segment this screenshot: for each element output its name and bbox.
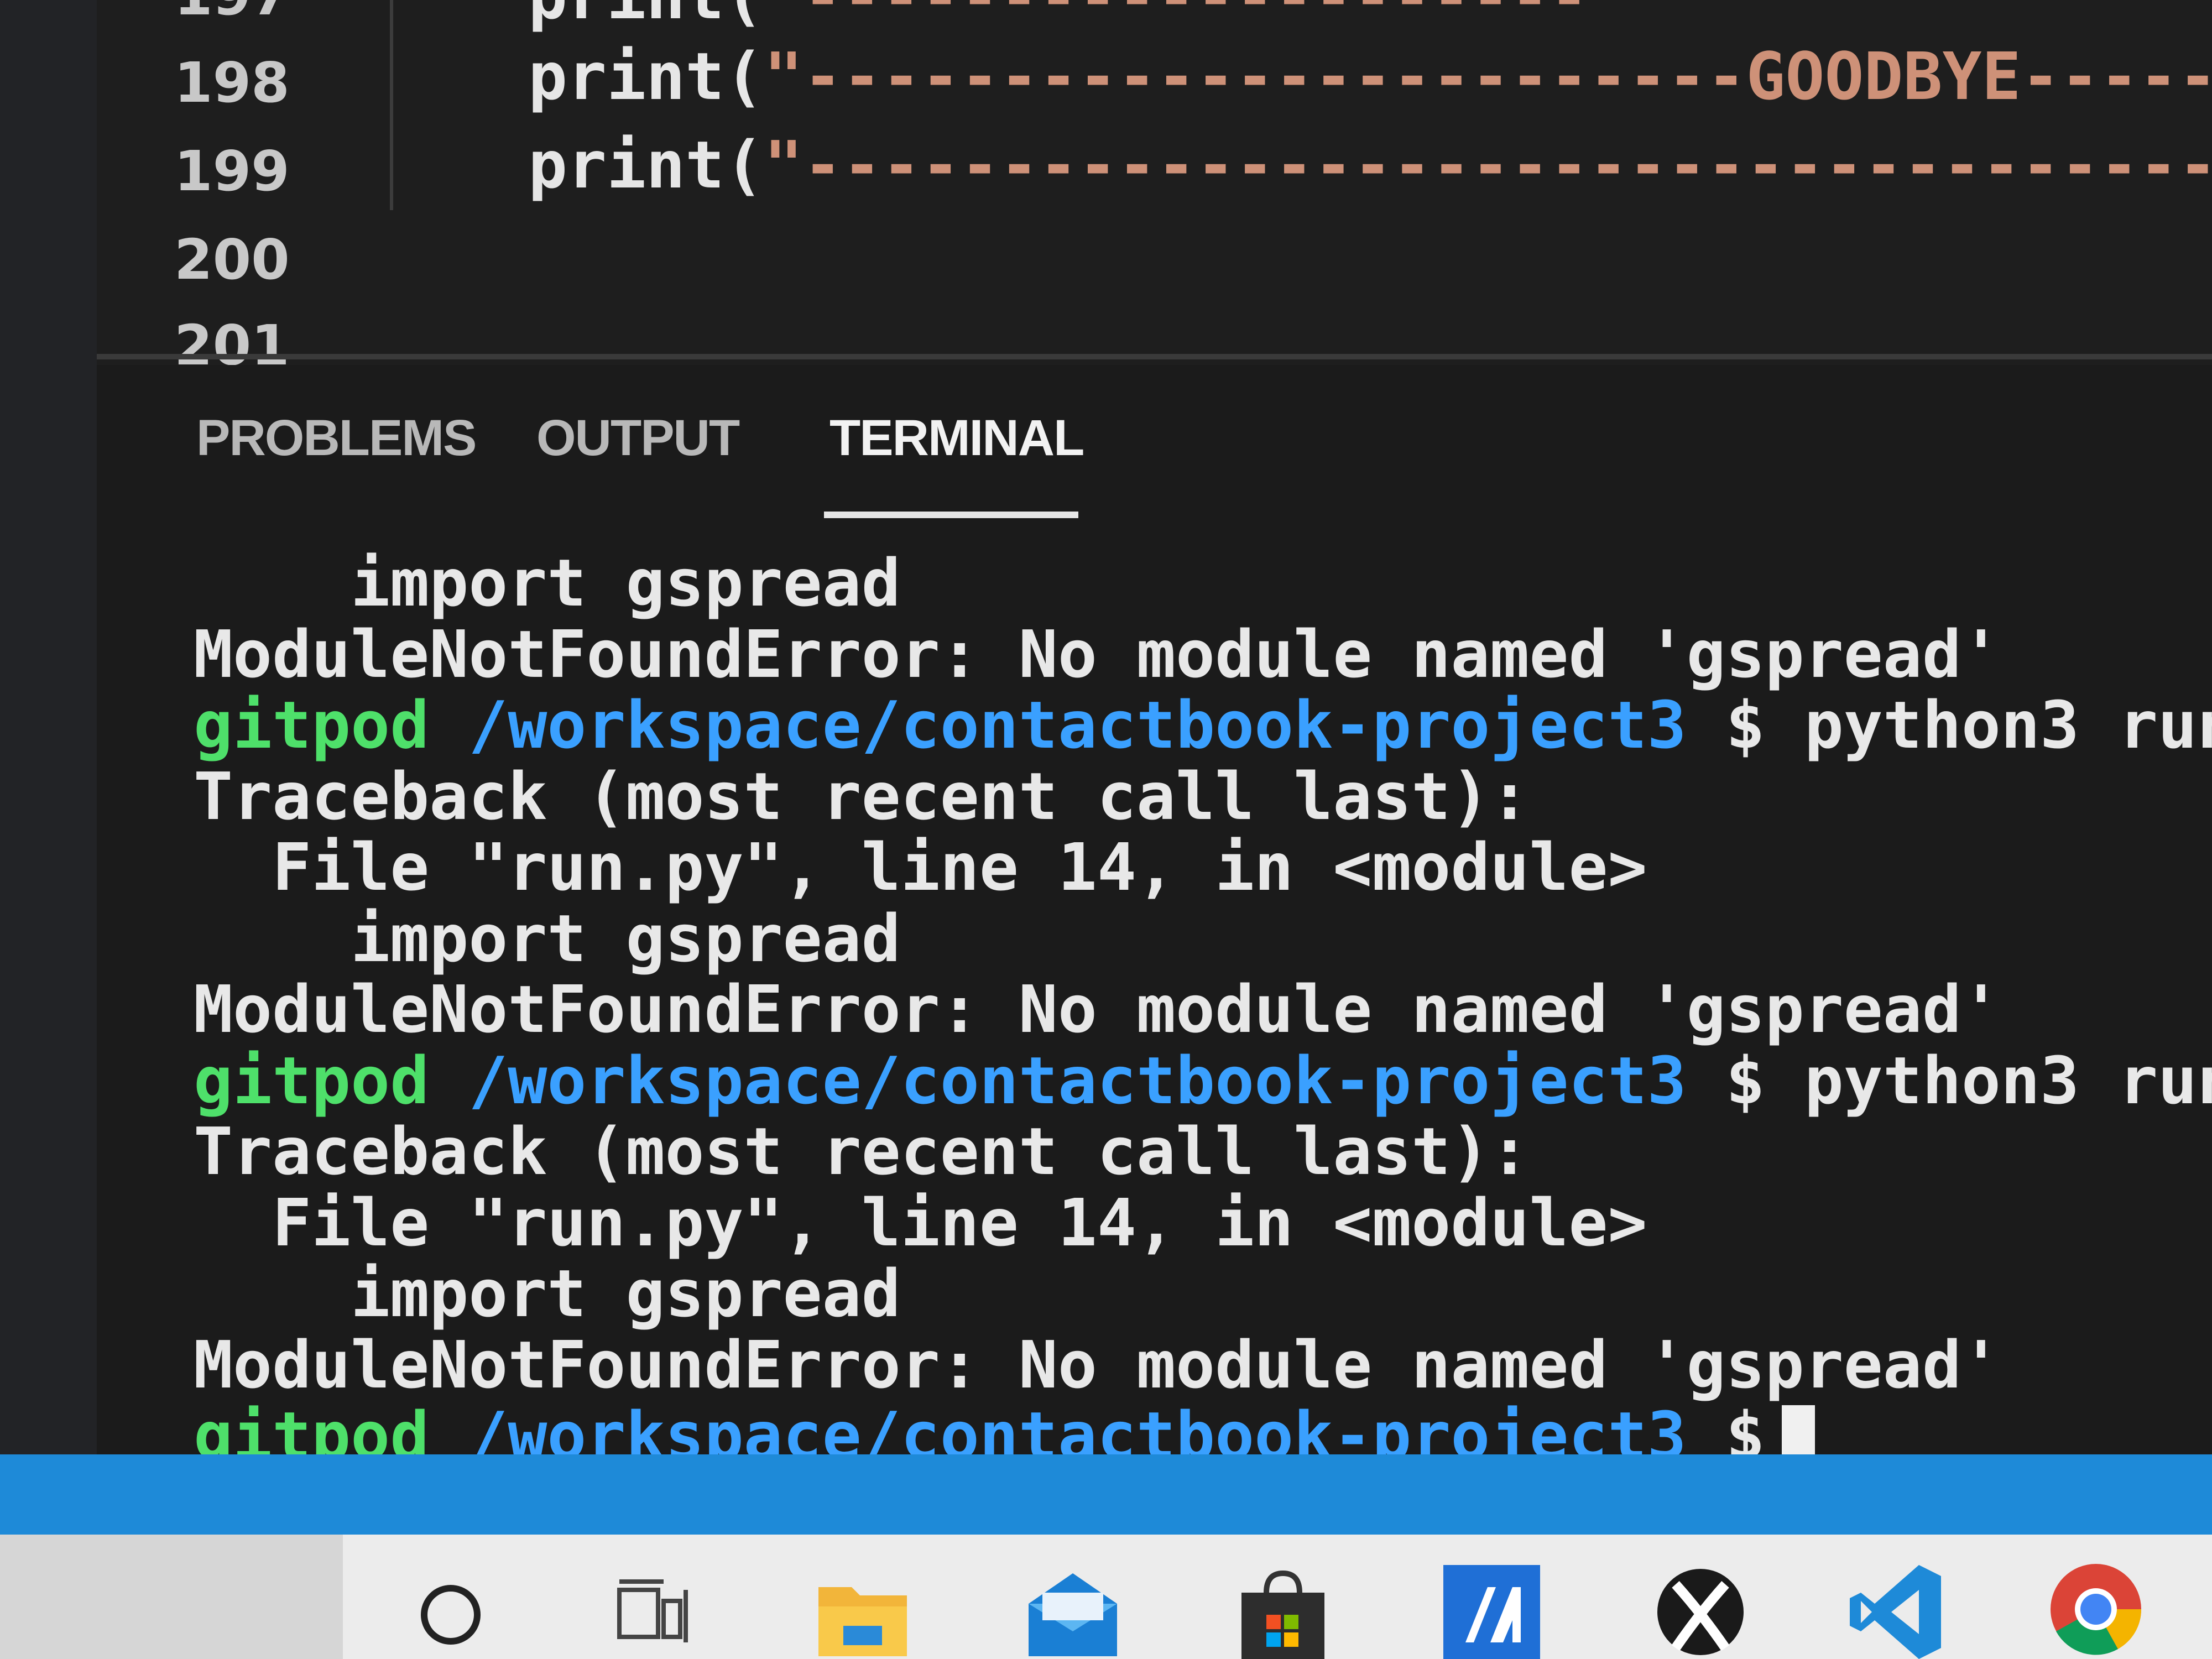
taskbar-left-area [0,1535,343,1659]
chrome-icon[interactable] [2046,1559,2146,1659]
terminal-line: Traceback (most recent call last): [194,758,1530,834]
xbox-icon[interactable] [1651,1559,1750,1659]
tab-output[interactable]: OUTPUT [536,409,740,467]
status-bar [0,1454,2212,1535]
terminal-line: ModuleNotFoundError: No module named 'gs… [194,971,2001,1047]
mail-icon[interactable] [1023,1559,1123,1659]
prompt-symbol: $ [1725,687,1765,763]
screen: 197 print("-------------------- 198 prin… [0,0,2212,1659]
activity-bar [0,0,97,1454]
active-tab-indicator [824,512,1078,518]
terminal-line: File "run.py", line 14, in <module> [194,829,1647,905]
task-view-icon[interactable] [608,1559,708,1659]
prompt-symbol: $ [1725,1042,1765,1119]
line-number: 198 [174,50,290,115]
code-text: print( [528,38,764,114]
prompt-path: /workspace/contactbook-project3 [468,1042,1687,1119]
line-number: 199 [174,139,290,204]
string-literal: "---------------------------------------… [764,127,2212,203]
prompt-path: /workspace/contactbook-project3 [468,687,1687,763]
terminal-line: File "run.py", line 14, in <module> [194,1184,1647,1261]
tab-problems[interactable]: PROBLEMS [196,409,477,467]
tab-terminal[interactable]: TERMINAL [830,409,1084,467]
terminal-line: ModuleNotFoundError: No module named 'gs… [194,615,2001,692]
vscode-icon[interactable] [1847,1559,1947,1659]
terminal-command: python3 run.py [1804,1042,2212,1119]
terminal-prompt-line: gitpod /workspace/contactbook-project3 $… [194,687,2212,763]
indent-guide [390,0,393,210]
ia-app-icon[interactable] [1443,1559,1543,1659]
line-number: 200 [174,227,290,292]
terminal-output[interactable]: import gspread ModuleNotFoundError: No m… [194,545,2212,1472]
string-literal: "------------------------GOODBYE--------… [764,38,2212,114]
code-line[interactable]: print("---------------------------------… [528,126,2212,204]
terminal-line: import gspread [194,545,901,621]
code-editor[interactable]: 197 print("-------------------- 198 prin… [97,0,2212,378]
terminal-line: Traceback (most recent call last): [194,1113,1530,1190]
search-circle-icon[interactable] [406,1559,506,1659]
code-text: print( [528,0,764,34]
microsoft-store-icon[interactable] [1233,1559,1333,1659]
panel-sash[interactable] [97,354,2212,359]
prompt-user: gitpod [194,687,430,763]
terminal-line: import gspread [194,900,901,977]
code-text: print( [528,127,764,203]
terminal-line: ModuleNotFoundError: No module named 'gs… [194,1326,2001,1403]
prompt-user: gitpod [194,1042,430,1119]
terminal-prompt-line: gitpod /workspace/contactbook-project3 $… [194,1042,2212,1119]
string-literal: "-------------------- [764,0,1589,34]
file-explorer-icon[interactable] [813,1559,912,1659]
code-line[interactable]: print("------------------------GOODBYE--… [528,38,2212,115]
line-number: 197 [174,0,296,29]
terminal-line: import gspread [194,1255,901,1332]
terminal-command: python3 run.py [1804,687,2212,763]
code-line[interactable]: print("-------------------- [528,0,1589,34]
